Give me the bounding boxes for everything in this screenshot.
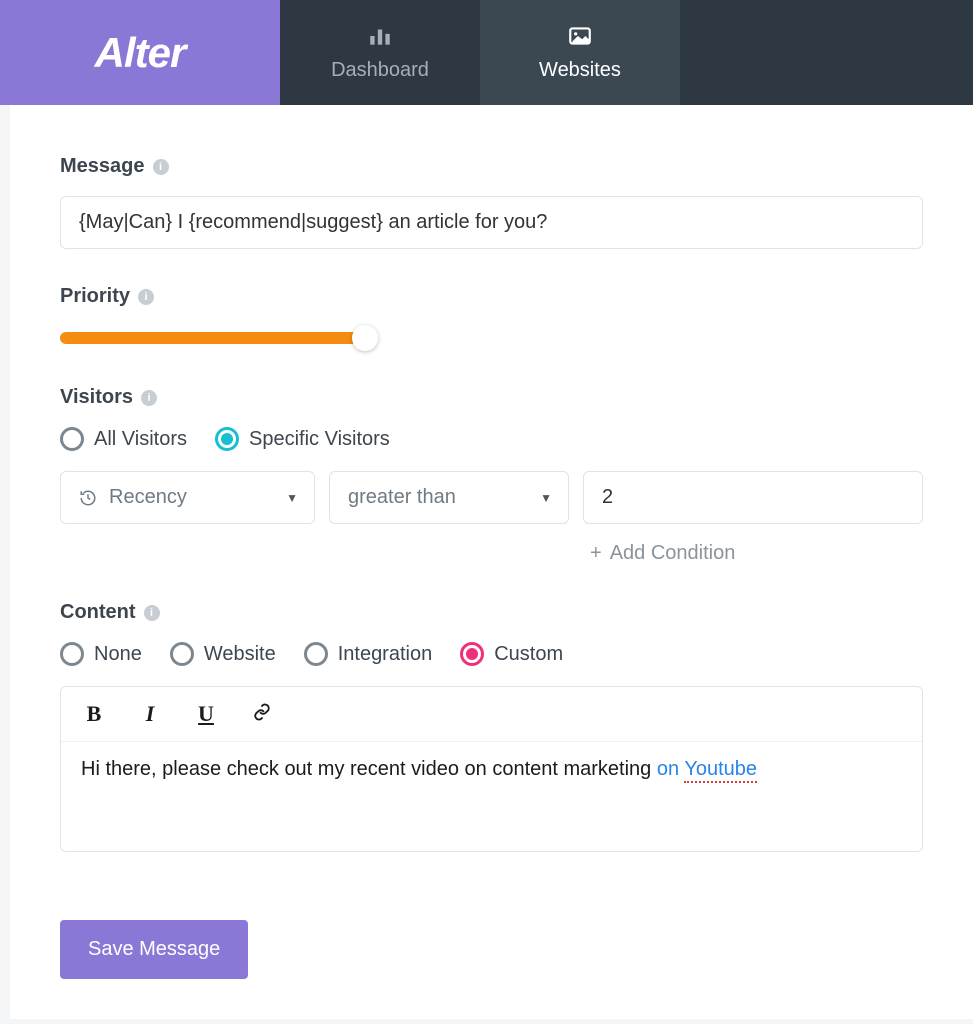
nav-websites[interactable]: Websites xyxy=(480,0,680,105)
brand-logo-area[interactable]: Alter xyxy=(0,0,280,105)
radio-content-integration[interactable]: Integration xyxy=(304,642,433,666)
brand-logo-text: Alter xyxy=(95,29,186,77)
history-icon xyxy=(79,489,97,507)
link-button[interactable] xyxy=(249,701,275,727)
add-condition-button[interactable]: + Add Condition xyxy=(590,542,923,565)
link-icon xyxy=(250,703,274,721)
editor-link-youtube[interactable]: Youtube xyxy=(684,758,757,783)
nav-dashboard-label: Dashboard xyxy=(331,59,429,82)
add-condition-label: Add Condition xyxy=(610,542,736,565)
slider-thumb[interactable] xyxy=(352,325,378,351)
radio-circle-icon xyxy=(60,642,84,666)
radio-circle-icon xyxy=(60,427,84,451)
priority-section: Priority i xyxy=(60,285,923,350)
radio-all-visitors[interactable]: All Visitors xyxy=(60,427,187,451)
editor-text: Hi there, please check out my recent vid… xyxy=(81,758,657,780)
condition-field-select[interactable]: Recency ▼ xyxy=(60,471,315,524)
visitors-label: Visitors i xyxy=(60,386,923,409)
image-icon xyxy=(567,23,593,49)
radio-content-custom[interactable]: Custom xyxy=(460,642,563,666)
condition-operator-value: greater than xyxy=(348,486,456,509)
editor-link-part1[interactable]: on xyxy=(657,758,684,780)
editor-body[interactable]: Hi there, please check out my recent vid… xyxy=(61,742,922,851)
radio-content-integration-label: Integration xyxy=(338,643,433,666)
priority-slider[interactable] xyxy=(60,326,380,350)
priority-label-text: Priority xyxy=(60,285,130,308)
condition-value-input[interactable] xyxy=(583,471,923,524)
underline-button[interactable]: U xyxy=(193,701,219,727)
radio-circle-icon xyxy=(304,642,328,666)
italic-button[interactable]: I xyxy=(137,701,163,727)
radio-content-none[interactable]: None xyxy=(60,642,142,666)
chevron-down-icon: ▼ xyxy=(286,491,298,505)
content-label-text: Content xyxy=(60,601,136,624)
condition-operator-select[interactable]: greater than ▼ xyxy=(329,471,569,524)
visitors-radio-group: All Visitors Specific Visitors xyxy=(60,427,923,451)
radio-content-website[interactable]: Website xyxy=(170,642,276,666)
content-label: Content i xyxy=(60,601,923,624)
info-icon[interactable]: i xyxy=(144,605,160,621)
plus-icon: + xyxy=(590,542,602,565)
condition-row: Recency ▼ greater than ▼ xyxy=(60,471,923,524)
bar-chart-icon xyxy=(367,23,393,49)
slider-track xyxy=(60,332,360,344)
radio-circle-icon xyxy=(170,642,194,666)
visitors-label-text: Visitors xyxy=(60,386,133,409)
form-panel: Message i Priority i Visitors i All Visi… xyxy=(10,105,973,1019)
message-input[interactable] xyxy=(60,196,923,249)
radio-circle-icon xyxy=(215,427,239,451)
chevron-down-icon: ▼ xyxy=(540,491,552,505)
message-label-text: Message xyxy=(60,155,145,178)
priority-label: Priority i xyxy=(60,285,923,308)
radio-content-none-label: None xyxy=(94,643,142,666)
radio-specific-visitors-label: Specific Visitors xyxy=(249,428,390,451)
editor-toolbar: B I U xyxy=(61,687,922,742)
info-icon[interactable]: i xyxy=(138,289,154,305)
nav-dashboard[interactable]: Dashboard xyxy=(280,0,480,105)
bold-button[interactable]: B xyxy=(81,701,107,727)
content-radio-group: None Website Integration Custom xyxy=(60,642,923,666)
nav-websites-label: Websites xyxy=(539,59,621,82)
info-icon[interactable]: i xyxy=(153,159,169,175)
radio-content-custom-label: Custom xyxy=(494,643,563,666)
content-section: Content i None Website Integration Custo… xyxy=(60,601,923,852)
rich-text-editor: B I U Hi there, please check out my rece… xyxy=(60,686,923,852)
visitors-section: Visitors i All Visitors Specific Visitor… xyxy=(60,386,923,565)
radio-specific-visitors[interactable]: Specific Visitors xyxy=(215,427,390,451)
radio-content-website-label: Website xyxy=(204,643,276,666)
radio-circle-icon xyxy=(460,642,484,666)
message-section: Message i xyxy=(60,155,923,249)
radio-all-visitors-label: All Visitors xyxy=(94,428,187,451)
condition-field-value: Recency xyxy=(109,486,187,509)
info-icon[interactable]: i xyxy=(141,390,157,406)
message-label: Message i xyxy=(60,155,923,178)
save-message-button[interactable]: Save Message xyxy=(60,920,248,979)
top-nav: Alter Dashboard Websites xyxy=(0,0,973,105)
